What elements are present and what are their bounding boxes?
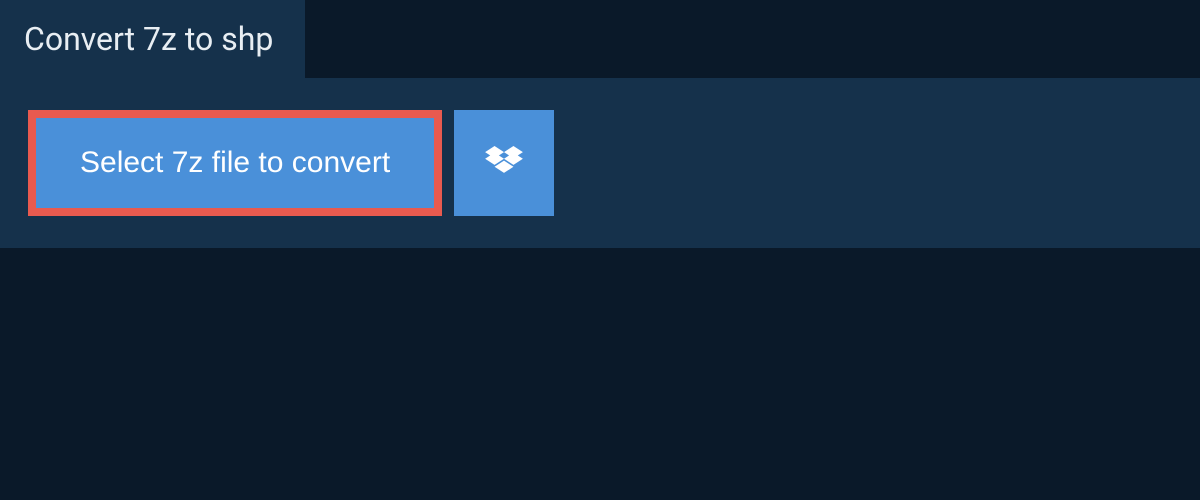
- main-panel: Select 7z file to convert: [0, 78, 1200, 248]
- button-row: Select 7z file to convert: [28, 110, 1172, 216]
- dropbox-icon: [485, 146, 523, 180]
- dropbox-button[interactable]: [454, 110, 554, 216]
- tab-header[interactable]: Convert 7z to shp: [0, 0, 305, 78]
- tab-title: Convert 7z to shp: [24, 20, 273, 58]
- select-file-label: Select 7z file to convert: [80, 146, 390, 180]
- select-file-button[interactable]: Select 7z file to convert: [28, 110, 442, 216]
